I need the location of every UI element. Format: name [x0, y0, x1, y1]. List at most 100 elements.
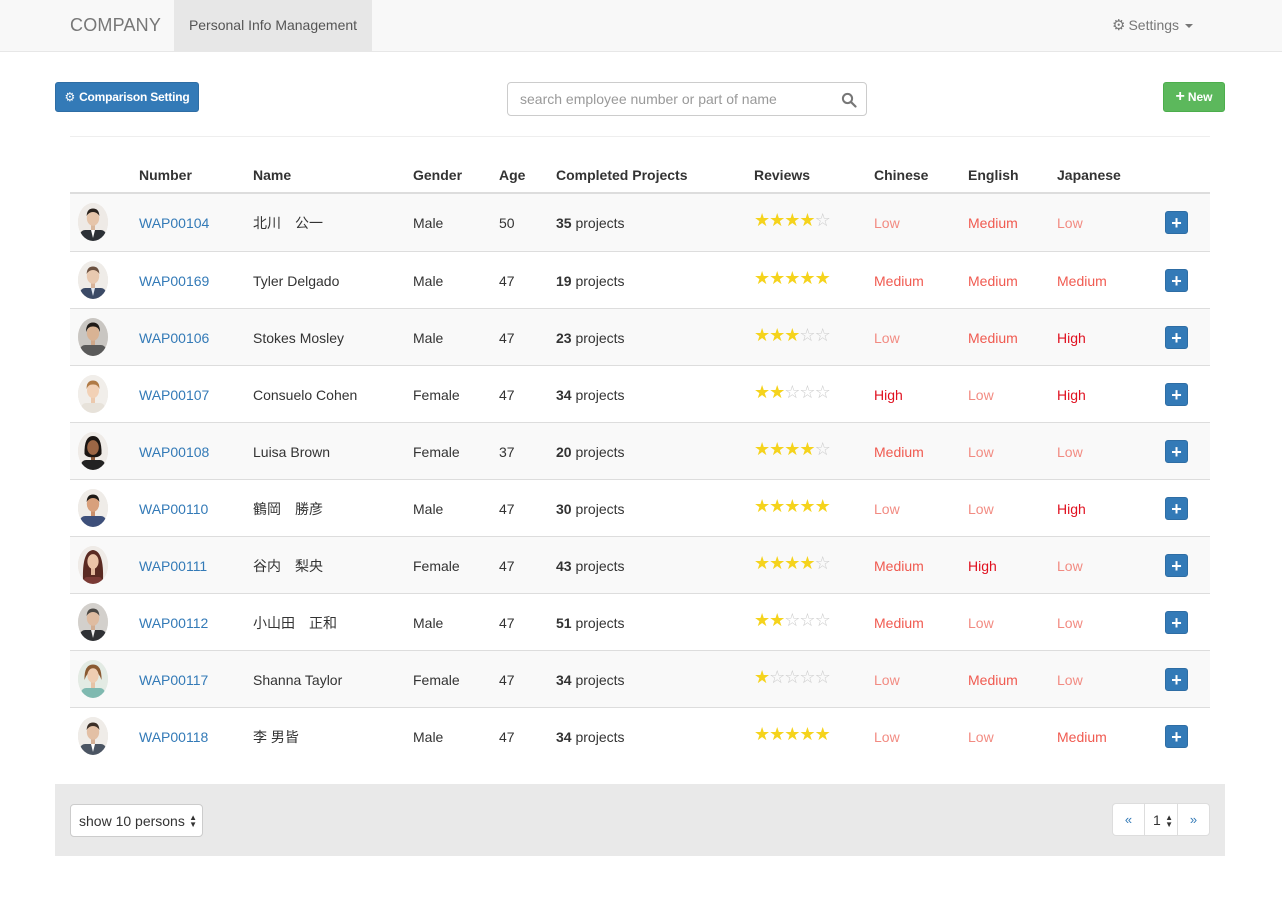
star-filled-icon: ★	[784, 553, 800, 573]
caret-down-icon	[1185, 24, 1194, 28]
table-row: WAP00169 Tyler Delgado Male 47 19 projec…	[70, 251, 1210, 308]
settings-dropdown[interactable]: ⚙ Settings	[1112, 16, 1194, 34]
star-filled-icon: ★	[754, 439, 770, 459]
column-header-name[interactable]: Name	[253, 167, 291, 183]
employee-number-link[interactable]: WAP00104	[139, 215, 209, 231]
japanese-level: High	[1057, 329, 1086, 346]
employee-number-link[interactable]: WAP00106	[139, 330, 209, 346]
japanese-level: High	[1057, 386, 1086, 403]
employee-name: Stokes Mosley	[253, 329, 345, 346]
table-row: WAP00106 Stokes Mosley Male 47 23 projec…	[70, 308, 1210, 365]
star-empty-icon: ☆	[784, 610, 800, 630]
current-page-number: 1	[1153, 811, 1161, 828]
project-count: 51	[556, 614, 572, 631]
star-filled-icon: ★	[769, 439, 785, 459]
search-input[interactable]	[508, 83, 828, 115]
employee-age: 50	[499, 214, 515, 231]
employee-age: 47	[499, 386, 515, 403]
star-filled-icon: ★	[799, 496, 815, 516]
employee-name: 北川 公一	[253, 214, 323, 231]
employee-number-link[interactable]: WAP00107	[139, 387, 209, 403]
japanese-level: Medium	[1057, 272, 1107, 289]
employee-number-link[interactable]: WAP00169	[139, 273, 209, 289]
employee-number-link[interactable]: WAP00108	[139, 444, 209, 460]
japanese-level: Low	[1057, 614, 1083, 631]
comparison-setting-label: Comparison Setting	[79, 90, 190, 104]
avatar	[78, 546, 108, 584]
star-empty-icon: ☆	[799, 610, 815, 630]
star-filled-icon: ★	[769, 268, 785, 288]
page-size-select[interactable]: show 10 persons ▲ ▼	[70, 804, 203, 837]
pagination: « 1 ▲ ▼ »	[1112, 803, 1210, 836]
search-icon[interactable]	[841, 92, 857, 108]
next-page-button[interactable]: »	[1178, 803, 1210, 836]
star-filled-icon: ★	[754, 724, 770, 744]
english-level: Medium	[968, 272, 1018, 289]
star-filled-icon: ★	[754, 210, 770, 230]
chinese-level: Medium	[874, 443, 924, 460]
pagination-bar: show 10 persons ▲ ▼ « 1 ▲ ▼ »	[55, 784, 1225, 856]
star-empty-icon: ☆	[814, 667, 831, 687]
employee-number-link[interactable]: WAP00118	[139, 729, 208, 745]
employee-number-link[interactable]: WAP00117	[139, 672, 208, 688]
star-filled-icon: ★	[784, 268, 800, 288]
review-stars: ★★★★★	[754, 724, 831, 744]
column-header-projects[interactable]: Completed Projects	[556, 167, 687, 183]
add-compare-button[interactable]: +	[1165, 383, 1188, 406]
navbar: COMPANY Personal Info Management ⚙ Setti…	[0, 0, 1282, 52]
star-filled-icon: ★	[784, 496, 800, 516]
employee-name: Shanna Taylor	[253, 671, 343, 688]
gear-icon: ⚙	[1112, 16, 1126, 34]
review-stars: ★★★★☆	[754, 553, 831, 573]
add-compare-button[interactable]: +	[1165, 668, 1188, 691]
employee-number-link[interactable]: WAP00110	[139, 501, 208, 517]
employee-age: 47	[499, 557, 515, 574]
star-filled-icon: ★	[769, 382, 785, 402]
japanese-level: High	[1057, 500, 1086, 517]
select-arrows-icon: ▲ ▼	[189, 813, 197, 829]
employee-gender: Male	[413, 728, 444, 745]
column-header-reviews[interactable]: Reviews	[754, 167, 810, 183]
prev-page-button[interactable]: «	[1112, 803, 1145, 836]
star-empty-icon: ☆	[799, 667, 815, 687]
avatar	[78, 261, 108, 299]
add-compare-button[interactable]: +	[1165, 725, 1188, 748]
add-compare-button[interactable]: +	[1165, 497, 1188, 520]
column-header-gender[interactable]: Gender	[413, 167, 462, 183]
english-level: Low	[968, 386, 994, 403]
review-stars: ★★★★★	[754, 268, 831, 288]
column-header-number[interactable]: Number	[139, 167, 192, 183]
avatar	[78, 432, 108, 470]
column-header-age[interactable]: Age	[499, 167, 525, 183]
add-compare-button[interactable]: +	[1165, 611, 1188, 634]
add-compare-button[interactable]: +	[1165, 440, 1188, 463]
column-header-japanese[interactable]: Japanese	[1057, 167, 1121, 183]
add-compare-button[interactable]: +	[1165, 269, 1188, 292]
employee-number-link[interactable]: WAP00111	[139, 558, 207, 574]
current-page-select[interactable]: 1 ▲ ▼	[1145, 803, 1178, 836]
star-filled-icon: ★	[799, 439, 815, 459]
english-level: Low	[968, 614, 994, 631]
add-compare-button[interactable]: +	[1165, 211, 1188, 234]
employee-gender: Male	[413, 214, 444, 231]
column-header-chinese[interactable]: Chinese	[874, 167, 928, 183]
star-filled-icon: ★	[814, 724, 831, 744]
star-filled-icon: ★	[769, 553, 785, 573]
star-empty-icon: ☆	[799, 382, 815, 402]
table-header: Number Name Gender Age Completed Project…	[70, 156, 1210, 194]
employee-gender: Female	[413, 443, 460, 460]
add-compare-button[interactable]: +	[1165, 326, 1188, 349]
comparison-setting-button[interactable]: ⚙ Comparison Setting	[55, 82, 199, 112]
table-row: WAP00104 北川 公一 Male 50 35 projects ★★★★☆…	[70, 194, 1210, 251]
settings-label: Settings	[1128, 17, 1180, 33]
projects-suffix: projects	[571, 329, 625, 346]
japanese-level: Medium	[1057, 728, 1107, 745]
column-header-english[interactable]: English	[968, 167, 1019, 183]
employee-gender: Male	[413, 272, 444, 289]
employee-number-link[interactable]: WAP00112	[139, 615, 208, 631]
table-row: WAP00112 小山田 正和 Male 47 51 projects ★★☆☆…	[70, 593, 1210, 650]
new-button[interactable]: + New	[1163, 82, 1225, 112]
brand-logo[interactable]: COMPANY	[70, 15, 161, 36]
nav-tab-personal-info[interactable]: Personal Info Management	[174, 0, 372, 51]
add-compare-button[interactable]: +	[1165, 554, 1188, 577]
